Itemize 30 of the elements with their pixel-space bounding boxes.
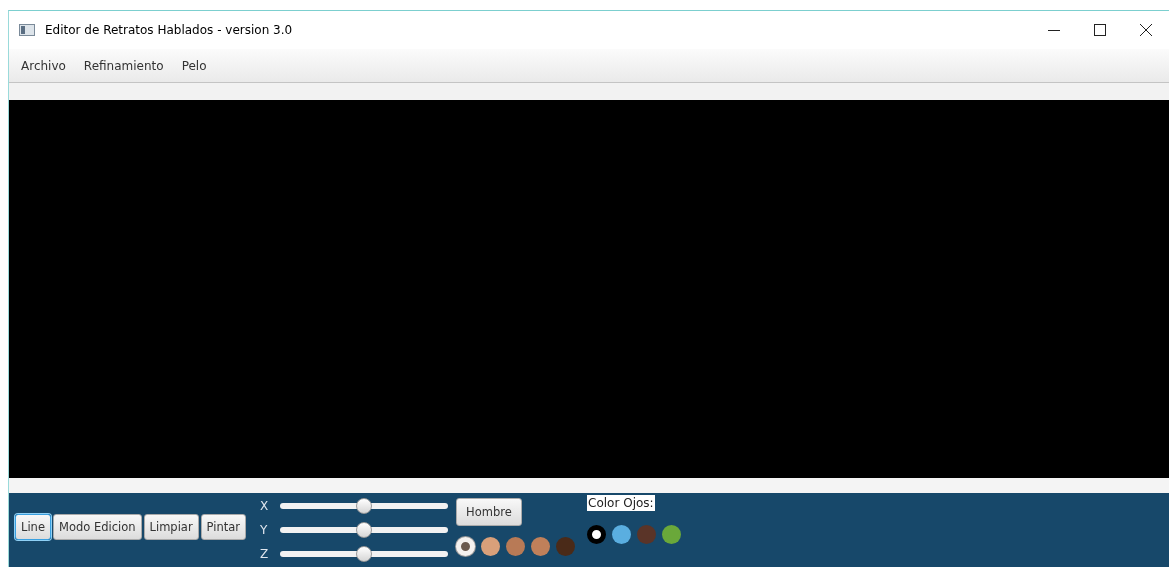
slider-label: Z (260, 546, 270, 561)
slider-thumb[interactable] (356, 545, 373, 562)
window-title: Editor de Retratos Hablados - version 3.0 (45, 23, 294, 37)
window-icon (19, 24, 35, 36)
color-radio[interactable] (556, 537, 576, 556)
eye-color-label: Color Ojos: (587, 495, 655, 511)
close-icon (1140, 24, 1152, 36)
gender-button[interactable]: Hombre (456, 498, 522, 526)
tool-button[interactable]: Limpiar (143, 514, 199, 540)
color-radio[interactable] (587, 525, 607, 544)
color-radio[interactable] (481, 537, 501, 556)
color-radio[interactable] (506, 537, 526, 556)
slider-thumb[interactable] (356, 497, 373, 514)
menu-item[interactable]: Refinamiento (77, 55, 170, 76)
maximize-icon (1094, 24, 1106, 36)
tool-button[interactable]: Line (15, 514, 51, 540)
tool-button[interactable]: Pintar (200, 514, 247, 540)
tool-button[interactable]: Modo Edicion (52, 514, 142, 540)
slider-label: Y (260, 522, 269, 537)
color-radio[interactable] (612, 525, 632, 544)
slider-label: X (260, 498, 270, 513)
menu-item[interactable]: Pelo (175, 55, 213, 76)
color-radio[interactable] (637, 525, 657, 544)
slider[interactable] (280, 521, 449, 538)
slider-thumb[interactable] (356, 521, 373, 538)
color-radio[interactable] (531, 537, 551, 556)
color-radio[interactable] (662, 525, 682, 544)
menu-item[interactable]: Archivo (15, 55, 72, 76)
slider[interactable] (280, 545, 449, 562)
slider[interactable] (280, 497, 449, 514)
